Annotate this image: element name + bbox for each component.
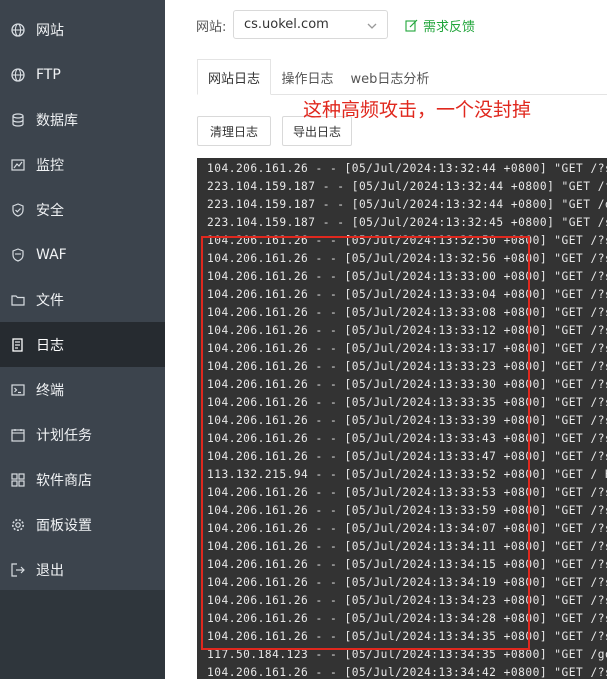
log-line: 104.206.161.26 - - [05/Jul/2024:13:32:50… — [207, 234, 607, 247]
log-line: 104.206.161.26 - - [05/Jul/2024:13:34:28… — [207, 612, 607, 625]
apps-grid-icon — [11, 472, 25, 487]
sidebar-item-app-store[interactable]: 软件商店 — [0, 457, 165, 502]
sidebar-item-label: 退出 — [36, 562, 64, 579]
log-line: 104.206.161.26 - - [05/Jul/2024:13:33:47… — [207, 450, 607, 463]
log-line: 104.206.161.26 - - [05/Jul/2024:13:34:19… — [207, 576, 607, 589]
sidebar-item-label: 软件商店 — [36, 472, 92, 489]
gear-icon — [11, 518, 25, 532]
log-line: 104.206.161.26 - - [05/Jul/2024:13:33:08… — [207, 306, 607, 319]
sidebar-item-label: 数据库 — [36, 112, 78, 129]
terminal-icon — [11, 383, 25, 397]
chevron-down-icon — [365, 18, 379, 32]
log-line: 104.206.161.26 - - [05/Jul/2024:13:34:42… — [207, 666, 607, 679]
log-line: 117.50.184.123 - - [05/Jul/2024:13:34:35… — [207, 648, 607, 661]
sidebar-item-label: 日志 — [36, 337, 64, 354]
log-line: 104.206.161.26 - - [05/Jul/2024:13:34:11… — [207, 540, 607, 553]
log-line: 104.206.161.26 - - [05/Jul/2024:13:34:07… — [207, 522, 607, 535]
globe-icon — [11, 22, 25, 37]
waf-shield-icon — [11, 247, 25, 262]
log-output[interactable]: 104.206.161.26 - - [05/Jul/2024:13:32:44… — [197, 158, 607, 679]
log-tabs: 网站日志 操作日志 web日志分析 — [197, 59, 607, 95]
log-line: 104.206.161.26 - - [05/Jul/2024:13:33:43… — [207, 432, 607, 445]
sidebar-item-logout[interactable]: 退出 — [0, 547, 165, 592]
sidebar-item-cron[interactable]: 计划任务 — [0, 412, 165, 457]
calendar-icon — [11, 428, 25, 442]
monitor-chart-icon — [11, 158, 25, 172]
log-line: 104.206.161.26 - - [05/Jul/2024:13:34:23… — [207, 594, 607, 607]
log-line: 104.206.161.26 - - [05/Jul/2024:13:33:00… — [207, 270, 607, 283]
log-line: 104.206.161.26 - - [05/Jul/2024:13:32:44… — [207, 162, 607, 175]
shield-icon — [11, 202, 25, 217]
sidebar-item-panel-settings[interactable]: 面板设置 — [0, 502, 165, 547]
sidebar-item-security[interactable]: 安全 — [0, 187, 165, 232]
sidebar-item-waf[interactable]: WAF — [0, 232, 165, 277]
log-icon — [11, 337, 25, 352]
sidebar-item-files[interactable]: 文件 — [0, 277, 165, 322]
folder-icon — [11, 293, 25, 307]
log-line: 104.206.161.26 - - [05/Jul/2024:13:33:35… — [207, 396, 607, 409]
site-select-value: cs.uokel.com — [244, 17, 329, 32]
sidebar-footer — [0, 590, 165, 679]
clear-log-button[interactable]: 清理日志 — [197, 116, 271, 146]
log-line: 104.206.161.26 - - [05/Jul/2024:13:33:23… — [207, 360, 607, 373]
main-content: 网站: cs.uokel.com 需求反馈 网站日志 操作日志 web日志分析 … — [165, 0, 607, 679]
log-line: 104.206.161.26 - - [05/Jul/2024:13:33:53… — [207, 486, 607, 499]
sidebar-item-database[interactable]: 数据库 — [0, 97, 165, 142]
log-line: 223.104.159.187 - - [05/Jul/2024:13:32:4… — [207, 198, 607, 211]
sidebar-item-label: 终端 — [36, 382, 64, 399]
log-line: 104.206.161.26 - - [05/Jul/2024:13:34:15… — [207, 558, 607, 571]
sidebar-item-website[interactable]: 网站 — [0, 7, 165, 52]
sidebar-item-label: 监控 — [36, 157, 64, 174]
log-line: 104.206.161.26 - - [05/Jul/2024:13:33:30… — [207, 378, 607, 391]
tab-web-log-analysis[interactable]: web日志分析 — [344, 59, 436, 95]
log-line: 104.206.161.26 - - [05/Jul/2024:13:32:56… — [207, 252, 607, 265]
logout-icon — [11, 562, 25, 577]
sidebar-item-label: 安全 — [36, 202, 64, 219]
edit-icon — [405, 19, 418, 32]
sidebar-item-label: FTP — [36, 66, 61, 83]
sidebar-item-label: 面板设置 — [36, 517, 92, 534]
log-line: 104.206.161.26 - - [05/Jul/2024:13:33:12… — [207, 324, 607, 337]
site-label: 网站: — [196, 20, 227, 35]
sidebar-item-label: WAF — [36, 246, 67, 263]
sidebar: 网站 FTP 数据库 监控 安全 WAF 文件 日志 终端 计划任务 软件商店 — [0, 0, 165, 679]
sidebar-item-label: 计划任务 — [36, 427, 92, 444]
globe-icon — [11, 67, 25, 82]
log-line: 223.104.159.187 - - [05/Jul/2024:13:32:4… — [207, 180, 607, 193]
feedback-link[interactable]: 需求反馈 — [405, 16, 475, 35]
site-select[interactable]: cs.uokel.com — [233, 10, 388, 39]
annotation-text: 这种高频攻击，一个没封掉 — [303, 99, 532, 121]
log-line: 104.206.161.26 - - [05/Jul/2024:13:34:35… — [207, 630, 607, 643]
tab-website-log[interactable]: 网站日志 — [197, 59, 271, 95]
log-line: 104.206.161.26 - - [05/Jul/2024:13:33:17… — [207, 342, 607, 355]
log-line: 223.104.159.187 - - [05/Jul/2024:13:32:4… — [207, 216, 607, 229]
sidebar-item-monitor[interactable]: 监控 — [0, 142, 165, 187]
log-line: 104.206.161.26 - - [05/Jul/2024:13:33:04… — [207, 288, 607, 301]
log-line: 104.206.161.26 - - [05/Jul/2024:13:33:59… — [207, 504, 607, 517]
log-line: 104.206.161.26 - - [05/Jul/2024:13:33:39… — [207, 414, 607, 427]
tab-operation-log[interactable]: 操作日志 — [271, 59, 344, 95]
feedback-label: 需求反馈 — [423, 20, 476, 35]
sidebar-item-logs[interactable]: 日志 — [0, 322, 165, 367]
sidebar-item-ftp[interactable]: FTP — [0, 52, 165, 97]
log-line: 113.132.215.94 - - [05/Jul/2024:13:33:52… — [207, 468, 607, 481]
sidebar-item-terminal[interactable]: 终端 — [0, 367, 165, 412]
sidebar-item-label: 网站 — [36, 22, 64, 39]
database-icon — [11, 112, 25, 127]
sidebar-item-label: 文件 — [36, 292, 64, 309]
